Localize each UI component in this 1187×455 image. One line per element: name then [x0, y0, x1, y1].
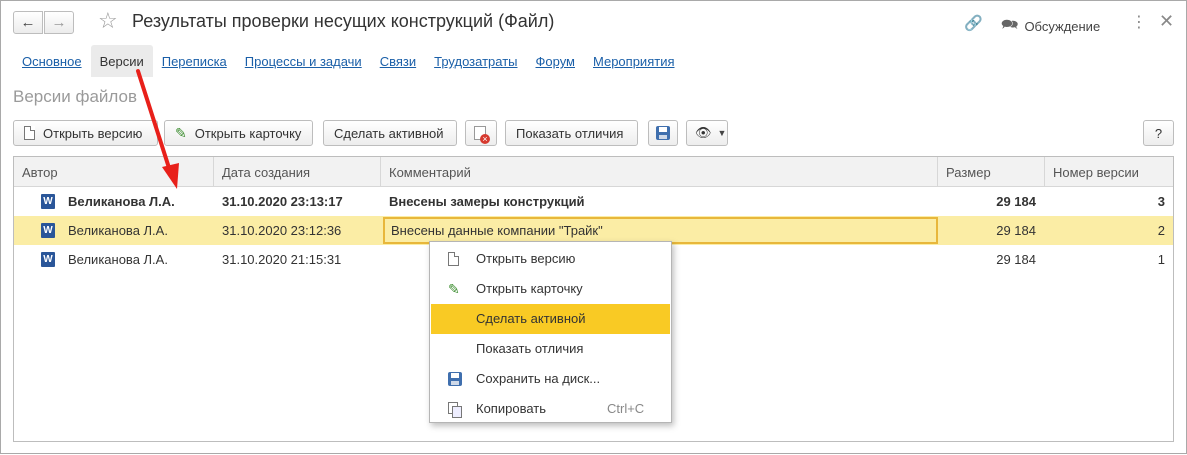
make-active-label: Сделать активной	[334, 125, 444, 141]
comment-cell: Внесены замеры конструкций	[389, 194, 585, 209]
word-file-icon: W	[41, 252, 55, 267]
tab-forum[interactable]: Форум	[527, 45, 585, 77]
menu-item-label: Показать отличия	[476, 341, 584, 356]
pencil-icon: ✎	[175, 124, 187, 141]
open-version-label: Открыть версию	[43, 125, 143, 141]
delete-version-button[interactable]	[465, 120, 497, 146]
shortcut-label: Ctrl+C	[607, 401, 645, 416]
delete-file-icon	[474, 126, 490, 144]
menu-item-make-active[interactable]: Сделать активной	[431, 304, 670, 334]
menu-item-label: Копировать	[476, 401, 546, 416]
version-cell: 3	[1157, 194, 1165, 209]
size-cell: 29 184	[996, 223, 1036, 238]
show-diff-button[interactable]: Показать отличия	[505, 120, 638, 146]
open-version-button[interactable]: Открыть версию	[13, 120, 158, 146]
tab-links[interactable]: Связи	[371, 45, 425, 77]
author-cell: Великанова Л.А.	[68, 194, 175, 209]
tab-processes[interactable]: Процессы и задачи	[236, 45, 371, 77]
save-icon	[656, 126, 670, 140]
arrow-right-icon: →	[51, 14, 67, 31]
document-icon	[24, 126, 35, 140]
author-cell: Великанова Л.А.	[68, 223, 168, 238]
open-card-label: Открыть карточку	[194, 125, 302, 141]
menu-item-label: Сделать активной	[476, 311, 586, 326]
tab-correspondence[interactable]: Переписка	[153, 45, 236, 77]
tab-versions[interactable]: Версии	[90, 45, 153, 77]
file-card-window: ← → ☆ Результаты проверки несущих констр…	[0, 0, 1187, 454]
column-size[interactable]: Размер	[938, 157, 1045, 187]
size-cell: 29 184	[996, 252, 1036, 267]
column-created[interactable]: Дата создания	[214, 157, 381, 187]
section-title: Версии файлов	[13, 87, 137, 106]
pencil-icon: ✎	[448, 281, 460, 297]
created-cell: 31.10.2020 23:12:36	[222, 223, 342, 238]
copy-icon	[448, 402, 462, 418]
table-row[interactable]: W Великанова Л.А. 31.10.2020 23:13:17 Вн…	[14, 187, 1173, 216]
menu-item-open-card[interactable]: ✎ Открыть карточку	[431, 274, 670, 304]
menu-item-label: Открыть карточку	[476, 281, 583, 296]
menu-item-copy[interactable]: Копировать Ctrl+C	[431, 394, 670, 424]
word-file-icon: W	[41, 194, 55, 209]
menu-item-label: Открыть версию	[476, 251, 576, 266]
tab-labor[interactable]: Трудозатраты	[425, 45, 526, 77]
help-button[interactable]: ?	[1143, 120, 1174, 146]
menu-item-open-version[interactable]: Открыть версию	[431, 244, 670, 274]
comment-cell-focused[interactable]: Внесены данные компании "Трайк"	[383, 217, 938, 244]
link-icon[interactable]: 🔗	[964, 14, 983, 32]
comment-cell	[381, 245, 389, 274]
context-menu: Открыть версию ✎ Открыть карточку Сделат…	[429, 241, 672, 423]
eye-icon: 👁	[695, 125, 712, 140]
title-bar: ← → ☆ Результаты проверки несущих констр…	[1, 1, 1186, 45]
discussion-label: Обсуждение	[1024, 18, 1101, 34]
column-author[interactable]: Автор	[14, 157, 214, 187]
created-cell: 31.10.2020 23:13:17	[222, 194, 343, 209]
table-header: Автор Дата создания Комментарий Размер Н…	[14, 157, 1173, 187]
versions-toolbar: Открыть версию ✎ Открыть карточку Сделат…	[13, 120, 1174, 146]
window-title: Результаты проверки несущих конструкций …	[132, 11, 555, 31]
discussion-button[interactable]: 🗪 Обсуждение	[1001, 14, 1100, 38]
save-to-disk-button[interactable]	[648, 120, 678, 146]
menu-item-show-diff[interactable]: Показать отличия	[431, 334, 670, 364]
section-tabs: Основное Версии Переписка Процессы и зад…	[13, 45, 684, 77]
show-diff-label: Показать отличия	[516, 125, 624, 141]
document-icon	[448, 252, 459, 266]
more-menu-icon[interactable]: ⋮	[1131, 12, 1147, 32]
word-file-icon: W	[41, 223, 55, 238]
menu-item-save-to-disk[interactable]: Сохранить на диск...	[431, 364, 670, 394]
chevron-down-icon: ▼	[717, 128, 727, 138]
author-cell: Великанова Л.А.	[68, 252, 168, 267]
favorite-star-icon[interactable]: ☆	[98, 9, 118, 33]
column-comment[interactable]: Комментарий	[381, 157, 938, 187]
created-cell: 31.10.2020 21:15:31	[222, 252, 342, 267]
back-button[interactable]: ←	[13, 11, 43, 34]
menu-item-label: Сохранить на диск...	[476, 371, 601, 386]
tab-main[interactable]: Основное	[13, 45, 91, 77]
speech-bubble-icon: 🗪	[1001, 16, 1019, 32]
help-label: ?	[1154, 125, 1163, 141]
view-mode-dropdown[interactable]: 👁 ▼	[686, 120, 728, 146]
open-card-button[interactable]: ✎ Открыть карточку	[164, 120, 313, 146]
version-cell: 2	[1157, 223, 1165, 238]
column-version[interactable]: Номер версии	[1045, 157, 1174, 187]
version-cell: 1	[1157, 252, 1165, 267]
make-active-button[interactable]: Сделать активной	[323, 120, 457, 146]
save-icon	[448, 372, 462, 386]
close-icon[interactable]: ✕	[1159, 11, 1174, 32]
arrow-left-icon: ←	[20, 14, 36, 31]
size-cell: 29 184	[996, 194, 1036, 209]
tab-events[interactable]: Мероприятия	[584, 45, 684, 77]
forward-button[interactable]: →	[44, 11, 74, 34]
